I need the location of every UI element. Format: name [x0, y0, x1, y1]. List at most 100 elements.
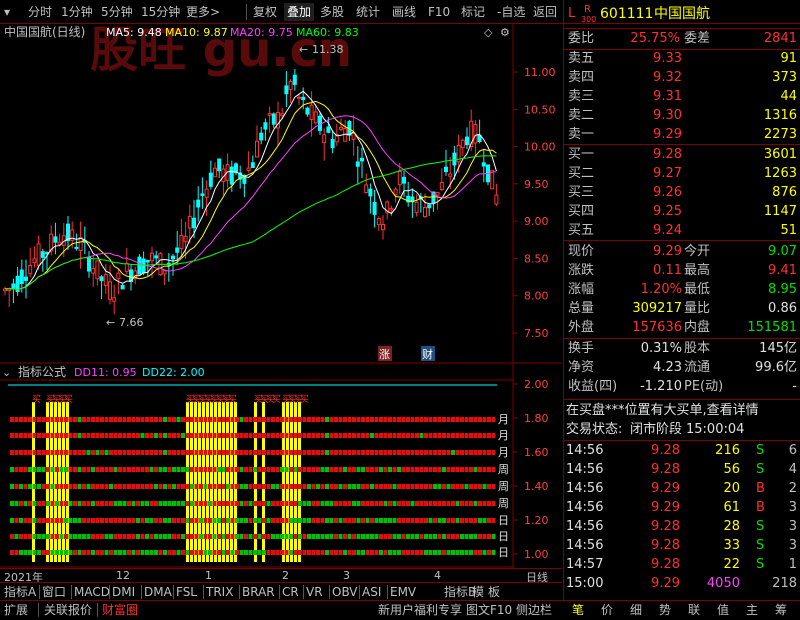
- ask-row[interactable]: 卖四 9.32 373: [564, 69, 800, 87]
- signal-cell: [428, 501, 433, 506]
- signal-cell: [262, 433, 266, 438]
- ask-row[interactable]: 卖三 9.31 44: [564, 88, 800, 106]
- indicator-dropdown-icon[interactable]: ⌄: [2, 366, 11, 379]
- tab-sidebar[interactable]: 侧边栏: [516, 602, 552, 618]
- signal-cell: [244, 433, 248, 438]
- stats2-label-1: 净资: [568, 360, 595, 375]
- bid-row[interactable]: 买五 9.24 51: [564, 222, 800, 240]
- signal-cell: [235, 467, 239, 472]
- signal-cell: [221, 518, 226, 523]
- tab-fenshi[interactable]: 分时: [28, 3, 52, 21]
- indicator-tab-4[interactable]: DMA: [144, 584, 172, 600]
- indicator-tab-8[interactable]: CR: [282, 584, 299, 600]
- ask-row[interactable]: 卖五 9.33 91: [564, 50, 800, 68]
- detail-tab-0[interactable]: 笔: [572, 602, 584, 618]
- tab-caifuquan[interactable]: 财富圈: [102, 602, 138, 618]
- detail-tab-2[interactable]: 细: [630, 602, 642, 618]
- signal-cell: [275, 417, 280, 422]
- indicator-tab-0[interactable]: 指标A: [4, 584, 36, 600]
- signal-cell: [203, 550, 208, 555]
- signal-cell: [262, 417, 266, 422]
- detail-tab-1[interactable]: 价: [601, 602, 613, 618]
- indicator-tab-14[interactable]: 模: [472, 584, 484, 600]
- signal-cell: [199, 467, 203, 472]
- bid-row[interactable]: 买四 9.25 1147: [564, 203, 800, 221]
- ask-row[interactable]: 卖二 9.30 1316: [564, 107, 800, 125]
- signal-cell: [221, 501, 226, 506]
- bid-price: 9.26: [653, 185, 682, 200]
- duogu-button[interactable]: 多股: [320, 3, 344, 21]
- indicator-tab-9[interactable]: VR: [306, 584, 323, 600]
- ask-row[interactable]: 卖一 9.29 2273: [564, 126, 800, 144]
- biaoji-button[interactable]: 标记: [461, 3, 485, 21]
- signal-cell: [446, 534, 451, 539]
- fuquan-button[interactable]: 复权: [253, 3, 277, 21]
- signal-cell: [59, 550, 64, 555]
- tab-kuozhan[interactable]: 扩展: [4, 602, 28, 618]
- bid-row[interactable]: 买二 9.27 1263: [564, 165, 800, 183]
- tongji-button[interactable]: 统计: [356, 3, 380, 21]
- stats2-value-2: 145亿: [759, 341, 797, 356]
- signal-cell: [334, 417, 338, 422]
- signal-cell: [410, 550, 415, 555]
- chart-settings-icon[interactable]: ⚙: [500, 26, 510, 39]
- tab-5min[interactable]: 5分钟: [101, 3, 133, 21]
- signal-cell: [50, 518, 55, 523]
- trade-volume: 4050: [706, 576, 740, 591]
- bid-volume: 3601: [763, 147, 797, 162]
- tab-15min[interactable]: 15分钟: [141, 3, 180, 21]
- indicator-panel[interactable]: ⌄ 指标公式 DD11: 0.95 DD22: 2.00 2.00 1.80 1.6…: [0, 364, 562, 568]
- menu-icon[interactable]: ▾: [4, 3, 10, 21]
- indicator-tab-3[interactable]: DMI: [112, 584, 135, 600]
- indicator-tab-11[interactable]: ASI: [362, 584, 381, 600]
- indicator-tab-2[interactable]: MACD: [74, 584, 110, 600]
- row-label: 月: [498, 446, 509, 459]
- signal-cell: [37, 417, 41, 422]
- detail-tab-6[interactable]: 主: [746, 602, 758, 618]
- signal-cell: [482, 417, 487, 422]
- f10-button[interactable]: F10: [428, 3, 450, 21]
- huaxian-button[interactable]: 画线: [392, 3, 416, 21]
- ask-label: 卖五: [568, 51, 595, 66]
- detail-tab-7[interactable]: 筹: [775, 602, 787, 618]
- trade-price: 9.28: [651, 462, 680, 477]
- indicator-tab-12[interactable]: EMV: [390, 584, 416, 600]
- indicator-tab-1[interactable]: 窗口: [42, 584, 66, 600]
- signal-cell: [64, 518, 68, 523]
- tab-guanlian[interactable]: 关联报价: [44, 602, 92, 618]
- signal-cell: [280, 534, 284, 539]
- tab-1min[interactable]: 1分钟: [61, 3, 93, 21]
- detail-tab-5[interactable]: 值: [717, 602, 729, 618]
- indicator-tab-7[interactable]: BRAR: [242, 584, 275, 600]
- candle-body: [271, 113, 276, 125]
- stats-row: 总量 309217 量比 0.86: [564, 300, 800, 318]
- indicator-tab-5[interactable]: FSL: [176, 584, 197, 600]
- bid-row[interactable]: 买一 9.28 3601: [564, 146, 800, 164]
- detail-tab-3[interactable]: 势: [659, 602, 671, 618]
- diamond-icon[interactable]: ◇: [484, 26, 493, 39]
- tab-more[interactable]: 更多>: [186, 3, 220, 21]
- indicator-tab-6[interactable]: TRIX: [206, 584, 233, 600]
- tab-new-user[interactable]: 新用户福利专享: [378, 602, 462, 618]
- signal-cell: [289, 484, 293, 489]
- signal-cell: [73, 484, 77, 489]
- kline-chart[interactable]: 股旺 gu.cn 11.0010.5010.009.509.008.508.00…: [0, 24, 562, 364]
- candle-body: [32, 258, 37, 263]
- remove-favorite-button[interactable]: -自选: [497, 3, 525, 21]
- back-button[interactable]: 返回: [533, 3, 557, 21]
- stats-label-1: 涨幅: [568, 282, 595, 297]
- bid-row[interactable]: 买三 9.26 876: [564, 184, 800, 202]
- signal-cell: [446, 467, 451, 472]
- signal-cell: [424, 534, 428, 539]
- diejia-button[interactable]: 叠加: [284, 3, 315, 21]
- signal-cell: [460, 450, 464, 455]
- signal-cell: [68, 550, 73, 555]
- news-ticker[interactable]: 在买盘***位置有大买单,查看详情: [564, 402, 800, 420]
- signal-cell: [446, 501, 451, 506]
- indicator-tab-10[interactable]: OBV: [332, 584, 358, 600]
- tab-f10-graphic[interactable]: 图文F10: [466, 602, 512, 618]
- detail-tab-4[interactable]: 联: [688, 602, 700, 618]
- signal-cell: [46, 534, 50, 539]
- indicator-tab-15[interactable]: 板: [488, 584, 500, 600]
- signal-cell: [275, 550, 280, 555]
